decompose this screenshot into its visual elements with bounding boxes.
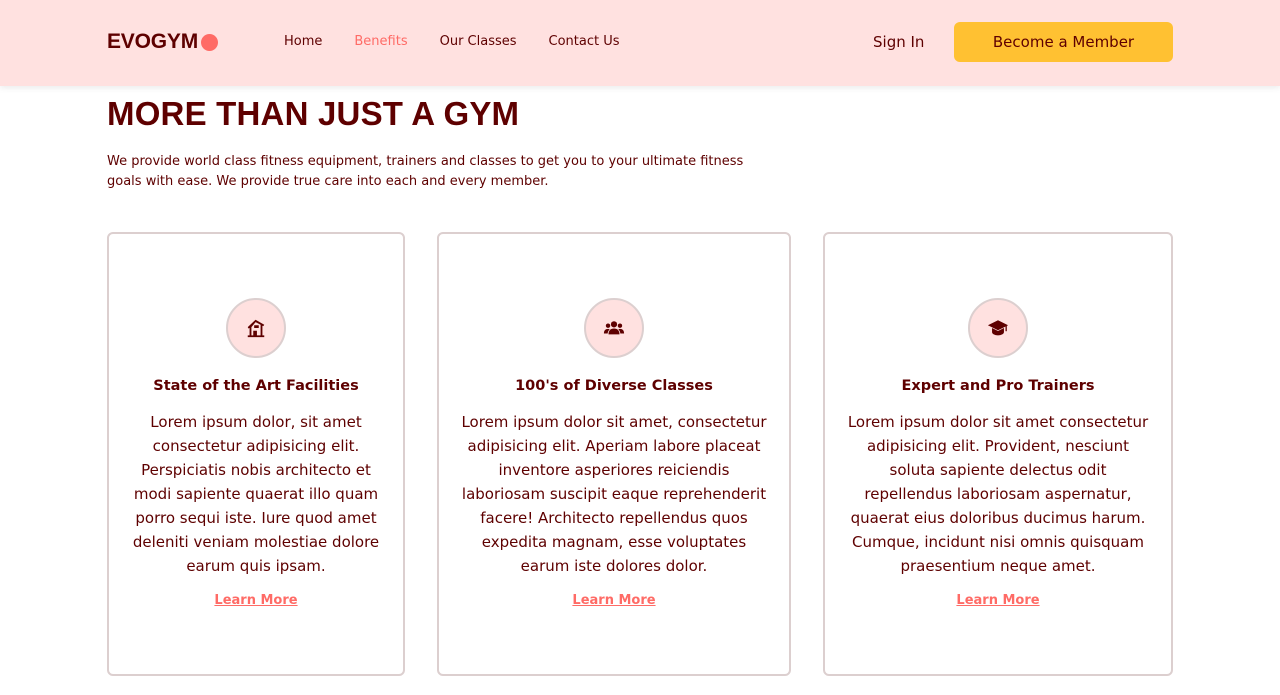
nav-link-contact-us[interactable]: Contact Us bbox=[549, 33, 620, 51]
user-group-icon bbox=[603, 321, 625, 335]
benefit-card-facilities: State of the Art Facilities Lorem ipsum … bbox=[107, 232, 405, 676]
learn-more-link[interactable]: Learn More bbox=[825, 592, 1171, 610]
logo-dot-icon bbox=[200, 33, 218, 51]
card-title: Expert and Pro Trainers bbox=[901, 378, 1095, 394]
academic-cap-icon bbox=[987, 320, 1009, 336]
navbar: EVOGYM Home Benefits Our Classes Contact… bbox=[0, 0, 1280, 86]
card-text: Lorem ipsum dolor, sit amet consectetur … bbox=[132, 413, 380, 575]
sign-in-link[interactable]: Sign In bbox=[873, 32, 924, 52]
logo-text: EVOGYM bbox=[107, 30, 198, 53]
home-modern-icon bbox=[247, 319, 265, 338]
card-text: Lorem ipsum dolor sit amet, consectetur … bbox=[461, 413, 767, 575]
card-title: State of the Art Facilities bbox=[153, 378, 359, 394]
nav-links: Home Benefits Our Classes Contact Us bbox=[284, 33, 652, 51]
logo[interactable]: EVOGYM bbox=[107, 30, 218, 54]
card-title: 100's of Diverse Classes bbox=[515, 378, 713, 394]
icon-circle bbox=[968, 298, 1028, 358]
intro-text: We provide world class fitness equipment… bbox=[107, 154, 744, 189]
card-text: Lorem ipsum dolor sit amet consectetur a… bbox=[847, 413, 1149, 575]
benefit-card-classes: 100's of Diverse Classes Lorem ipsum dol… bbox=[437, 232, 791, 676]
nav-link-home[interactable]: Home bbox=[284, 33, 322, 51]
become-member-button[interactable]: Become a Member bbox=[954, 22, 1173, 62]
nav-link-our-classes[interactable]: Our Classes bbox=[440, 33, 517, 51]
page-title: MORE THAN JUST A GYM bbox=[107, 95, 520, 132]
learn-more-link[interactable]: Learn More bbox=[109, 592, 403, 610]
icon-circle bbox=[584, 298, 644, 358]
benefit-card-trainers: Expert and Pro Trainers Lorem ipsum dolo… bbox=[823, 232, 1173, 676]
nav-link-benefits[interactable]: Benefits bbox=[354, 33, 407, 51]
learn-more-link[interactable]: Learn More bbox=[439, 592, 789, 610]
icon-circle bbox=[226, 298, 286, 358]
